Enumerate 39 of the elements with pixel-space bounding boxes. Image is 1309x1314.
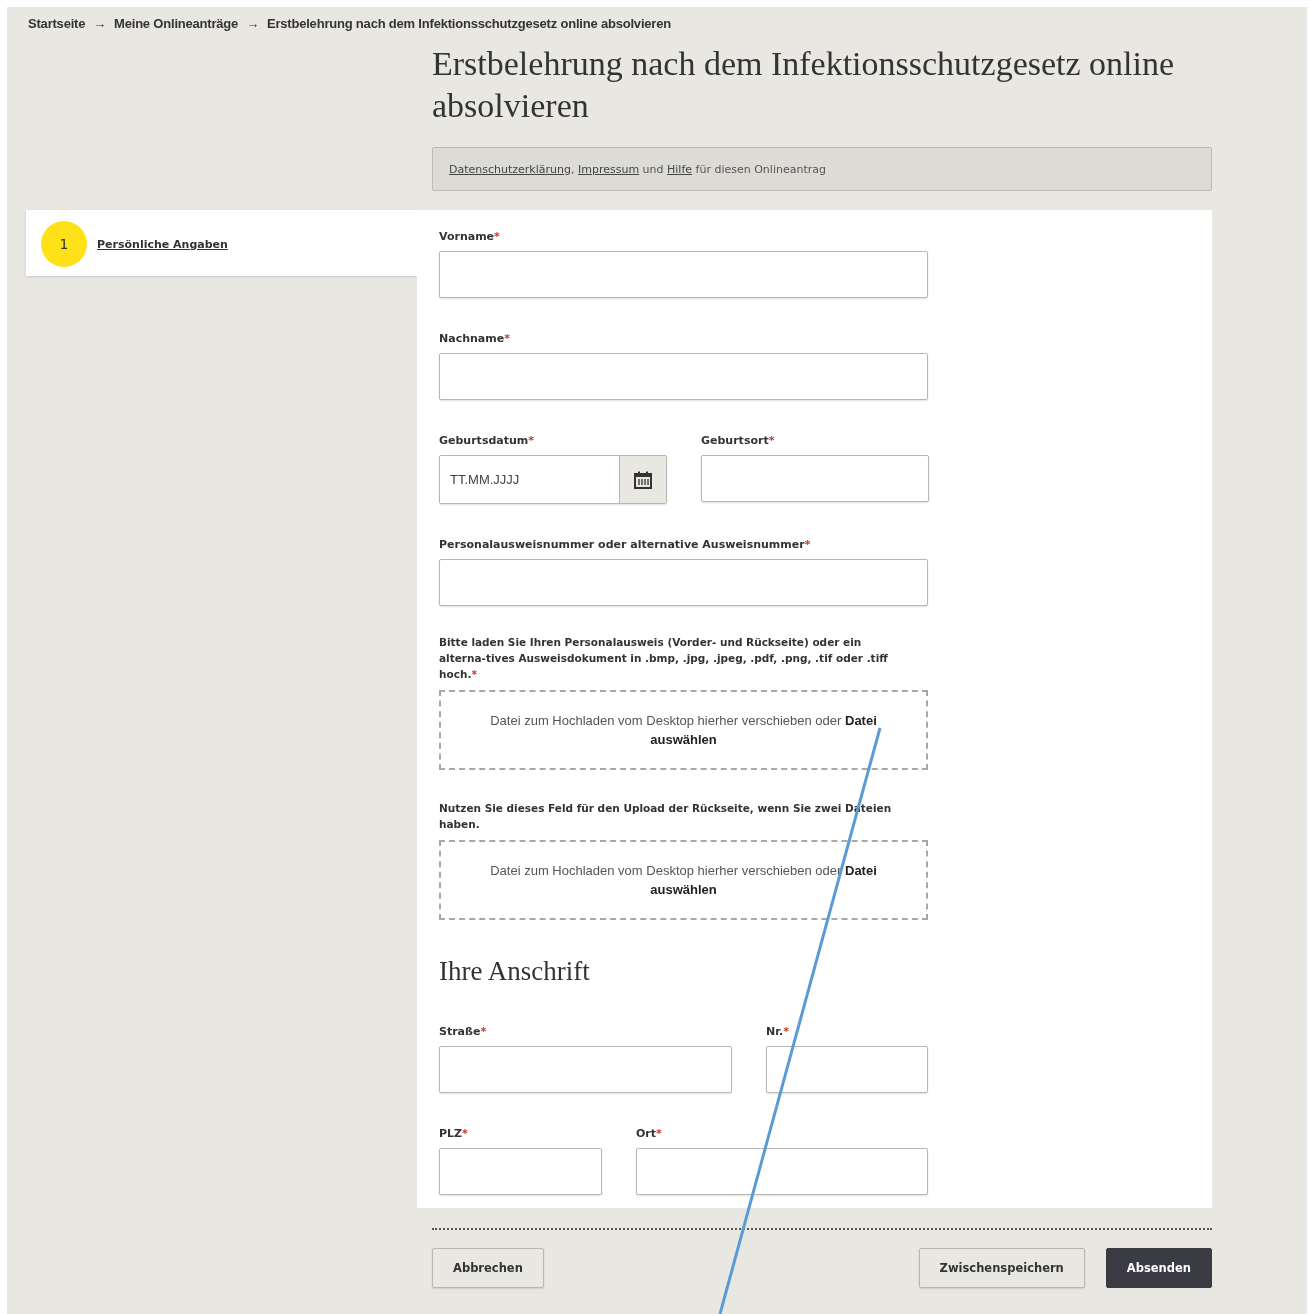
field-label: Vorname* (439, 230, 501, 244)
cancel-button[interactable]: Abbrechen (432, 1248, 544, 1288)
field-label: Geburtsdatum* (439, 434, 536, 448)
input-field[interactable] (439, 1046, 732, 1093)
info-link[interactable]: Datenschutzerklärung (449, 162, 571, 176)
page-title: Erstbelehrung nach dem Infektionsschutzgesetz online absolvieren (432, 44, 1176, 126)
step-number: 1 (41, 221, 87, 267)
info-link[interactable]: Impressum (578, 162, 640, 176)
date-field[interactable]: TT.MM.JJJJ (439, 455, 667, 504)
input-field[interactable] (636, 1148, 928, 1195)
upload-instructions: Bitte laden Sie Ihren Personalausweis (Vorder- und Rückseite) oder ein alterna-tives Ausweisdokument in .bmp, .jpg, .jpeg, .pdf, .png, .tif oder .tiff hoch.* (439, 635, 889, 682)
breadcrumb-link[interactable]: Erstbelehrung nach dem Infektionsschutzgesetz online absolvieren (266, 16, 671, 31)
input-field[interactable] (439, 353, 928, 400)
input-field[interactable] (439, 559, 928, 606)
field-label: Geburtsort* (701, 434, 776, 448)
field-label: Personalausweisnummer oder alternative Ausweisnummer* (439, 538, 812, 552)
calendar-icon (633, 469, 653, 490)
input-field[interactable] (439, 251, 928, 298)
field-label: Ort* (636, 1127, 663, 1141)
calendar-button[interactable] (619, 456, 666, 503)
submit-button[interactable]: Absenden (1105, 1248, 1212, 1288)
breadcrumb-arrow: → (246, 16, 259, 31)
breadcrumb-link[interactable]: Meine Onlineanträge (114, 16, 239, 31)
field-label: Straße* (439, 1025, 488, 1039)
step-link[interactable]: Persönliche Angaben (97, 237, 228, 251)
info-text: Datenschutzerklärung, Impressum und Hilfe für diesen Onlineantrag (449, 162, 826, 176)
field-label: PLZ* (439, 1127, 469, 1141)
info-link[interactable]: Hilfe (667, 162, 693, 176)
file-drop-zone[interactable]: Datei zum Hochladen vom Desktop hierher verschieben oder Datei auswählen (439, 690, 928, 770)
input-field[interactable] (439, 1148, 602, 1195)
breadcrumb-arrow: → (93, 16, 107, 31)
save-draft-button[interactable]: Zwischenspeichern (918, 1248, 1085, 1288)
field-label: Nr.* (766, 1025, 790, 1039)
drop-zone-text: Datei zum Hochladen vom Desktop hierher verschieben oder Datei auswählen (489, 712, 878, 749)
section-heading: Ihre Anschrift (439, 956, 591, 987)
field-label: Nachname* (439, 332, 511, 346)
input-field[interactable] (701, 455, 929, 502)
input-field[interactable] (766, 1046, 928, 1093)
breadcrumb-link[interactable]: Startseite (28, 16, 86, 31)
